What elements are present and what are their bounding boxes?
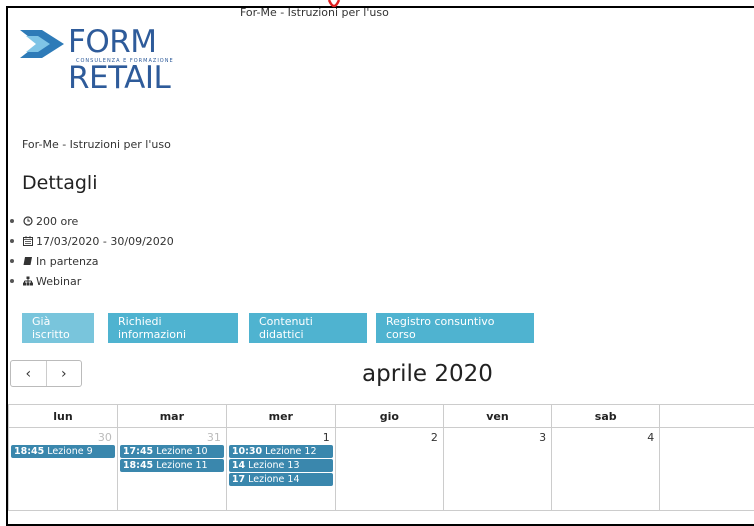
day-number: 30	[10, 429, 116, 444]
calendar-icon	[22, 236, 33, 247]
course-details: 200 ore 17/03/2020 - 30/09/2020 In parte…	[10, 211, 174, 291]
calendar-nav: ‹ ›	[10, 360, 82, 387]
bullet	[10, 239, 14, 243]
bullet	[10, 279, 14, 283]
calendar-event[interactable]: 18:45 Lezione 9	[11, 445, 115, 458]
next-month-button[interactable]: ›	[46, 361, 82, 386]
day-header-sat: sab	[552, 405, 660, 428]
course-content-button[interactable]: Contenuti didattici	[249, 313, 367, 343]
day-number: 1	[228, 429, 334, 444]
clock-icon	[22, 216, 33, 227]
day-cell-fri[interactable]: 3	[443, 428, 551, 511]
day-number: 3	[445, 429, 550, 444]
sitemap-icon	[22, 276, 33, 287]
day-header-thu: gio	[335, 405, 443, 428]
detail-mode: Webinar	[10, 271, 174, 291]
calendar-event[interactable]: 14 Lezione 13	[229, 459, 333, 472]
calendar-header-row: lun mar mer gio ven sab	[9, 405, 754, 428]
page-title: Dettagli	[22, 172, 97, 194]
book-icon	[22, 256, 33, 267]
day-number	[661, 429, 754, 431]
calendar-event[interactable]: 17 Lezione 14	[229, 473, 333, 486]
day-header-wed: mer	[226, 405, 335, 428]
calendar-month-title: aprile 2020	[362, 361, 493, 387]
detail-status: In partenza	[10, 251, 174, 271]
day-number: 2	[337, 429, 442, 444]
logo-arrow-icon	[20, 24, 66, 64]
enrolled-button[interactable]: Già iscritto	[22, 313, 94, 343]
detail-hours-text: 200 ore	[36, 215, 78, 228]
red-mark-icon	[327, 0, 341, 10]
day-header-fri: ven	[443, 405, 551, 428]
calendar-event[interactable]: 17:45 Lezione 10	[120, 445, 224, 458]
breadcrumb: For-Me - Istruzioni per l'uso	[22, 138, 171, 151]
brand-logo[interactable]: FORM RETAIL CONSULENZA E FORMAZIONE	[20, 20, 240, 68]
detail-dates: 17/03/2020 - 30/09/2020	[10, 231, 174, 251]
window-title: For-Me - Istruzioni per l'uso	[240, 6, 389, 19]
detail-status-text: In partenza	[36, 255, 99, 268]
course-register-button[interactable]: Registro consuntivo corso	[376, 313, 534, 343]
day-header-sun	[660, 405, 754, 428]
day-cell-mon[interactable]: 30 18:45 Lezione 9	[9, 428, 118, 511]
day-cell-tue[interactable]: 31 17:45 Lezione 10 18:45 Lezione 11	[117, 428, 226, 511]
day-cell-thu[interactable]: 2	[335, 428, 443, 511]
request-info-button[interactable]: Richiedi informazioni	[108, 313, 238, 343]
day-number: 31	[119, 429, 225, 444]
calendar-grid: lun mar mer gio ven sab 30 18:45 Lezione…	[8, 404, 754, 511]
calendar-event[interactable]: 10:30 Lezione 12	[229, 445, 333, 458]
detail-dates-text: 17/03/2020 - 30/09/2020	[36, 235, 174, 248]
calendar-event[interactable]: 18:45 Lezione 11	[120, 459, 224, 472]
day-cell-sun[interactable]	[660, 428, 754, 511]
detail-mode-text: Webinar	[36, 275, 81, 288]
calendar-week-row: 30 18:45 Lezione 9 31 17:45 Lezione 10 1…	[9, 428, 754, 511]
bullet	[10, 259, 14, 263]
day-cell-sat[interactable]: 4	[552, 428, 660, 511]
logo-subtitle: CONSULENZA E FORMAZIONE	[76, 58, 174, 64]
prev-month-button[interactable]: ‹	[11, 361, 46, 386]
day-header-mon: lun	[9, 405, 118, 428]
day-header-tue: mar	[117, 405, 226, 428]
detail-hours: 200 ore	[10, 211, 174, 231]
day-number: 4	[553, 429, 658, 444]
day-cell-wed[interactable]: 1 10:30 Lezione 12 14 Lezione 13 17 Lezi…	[226, 428, 335, 511]
bullet	[10, 219, 14, 223]
